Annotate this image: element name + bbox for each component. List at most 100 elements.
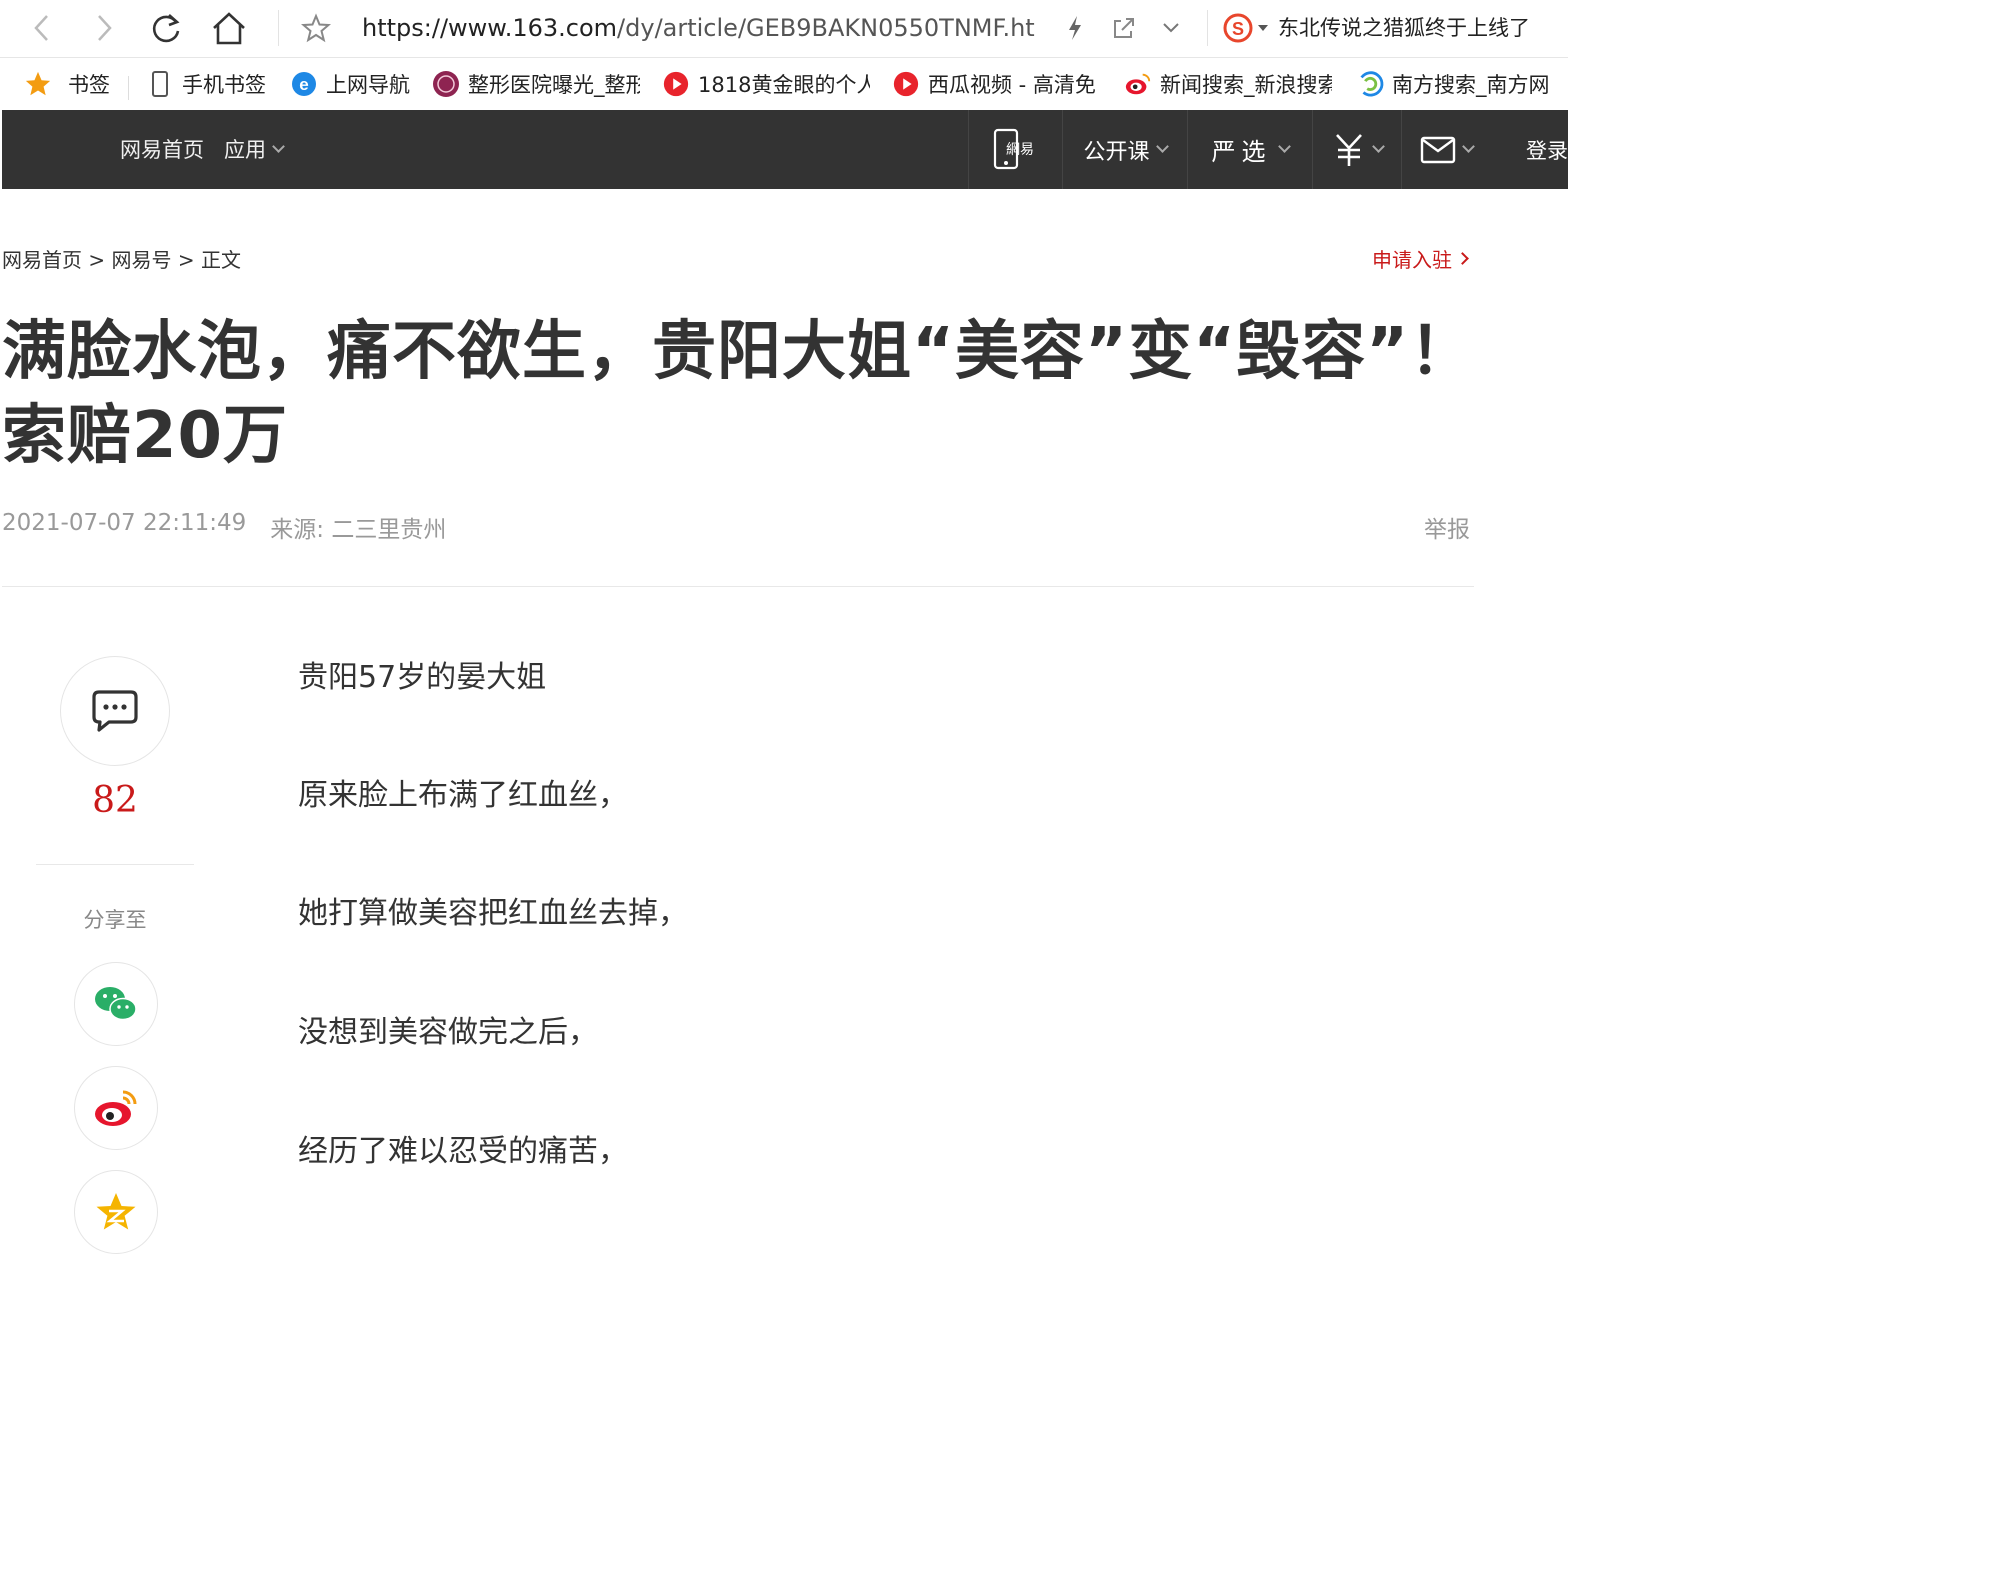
share-page-button[interactable] [1108,8,1140,48]
svg-text:網易: 網易 [1006,142,1034,158]
nav-apps-label: 应用 [224,138,266,162]
nav-payment[interactable] [1313,110,1401,189]
bookmark-label: 上网导航 [326,73,410,97]
bookmark-item-hospital[interactable]: 整形医院曝光_整形 [432,68,640,100]
nav-open-course-label: 公开课 [1083,139,1150,165]
video-play-icon [662,70,690,98]
toolbar-divider [1207,10,1208,46]
share-label: 分享至 [83,908,147,932]
reload-icon [152,14,180,43]
bookmark-label: 新闻搜索_新浪搜索 [1160,73,1332,97]
nav-apps-menu[interactable]: 应用 [224,134,285,164]
bookmark-item-southcn[interactable]: 南方搜索_南方网 [1356,68,1550,100]
chevron-down-icon [1461,140,1475,153]
svg-text:e: e [299,75,308,94]
search-box[interactable]: 东北传说之猎狐终于上线了 [1278,12,1568,44]
chevron-down-icon [1163,23,1179,33]
bookmark-item-xigua[interactable]: 西瓜视频 - 高清免 [892,68,1098,100]
chevron-down-icon [1155,140,1169,153]
nav-login-link[interactable]: 登录 [1526,110,1586,189]
share-wechat-button[interactable] [74,962,158,1046]
nav-yanxuan[interactable]: 严选 [1188,110,1312,189]
chevron-left-icon [34,15,48,41]
breadcrumb-home-link[interactable]: 网易首页 [2,248,82,272]
comment-count[interactable]: 82 [60,780,170,821]
nav-left-group: 网易首页 应用 [120,134,285,164]
bookmark-label: 整形医院曝光_整形 [468,73,640,97]
qzone-star-icon [96,1193,136,1230]
search-engine-selector[interactable]: S [1222,12,1269,44]
bookmark-label: 西瓜视频 - 高清免 [928,73,1096,97]
apply-join-label: 申请入驻 [1372,248,1452,272]
speed-mode-button[interactable] [1062,8,1088,48]
article-title: 满脸水泡，痛不欲生，贵阳大姐“美容”变“毁容”！ 索赔20万 [2,310,1482,478]
caret-down-icon [1258,25,1268,31]
chevron-down-icon [272,139,285,153]
comment-button[interactable] [60,656,170,766]
mobile-app-icon: 網易 [993,128,1034,169]
lightning-icon [1069,16,1081,40]
article-paragraph: 贵阳57岁的晏大姐 [298,660,547,695]
article-title-line: 满脸水泡，痛不欲生，贵阳大姐“美容”变“毁容”！ [2,315,1475,389]
breadcrumb-separator: > [88,248,106,272]
bookmark-label: 1818黄金眼的个人 [698,73,870,97]
bookmark-item-mobile[interactable]: 手机书签 [146,68,266,100]
bookmark-star-button[interactable] [298,8,334,48]
breadcrumb-separator: > [177,248,195,272]
back-button[interactable] [22,8,62,48]
mail-icon [1420,136,1455,163]
nav-open-course[interactable]: 公开课 [1063,110,1187,189]
bookmark-label: 手机书签 [182,73,266,97]
nav-mobile-app[interactable]: 網易 [970,110,1062,189]
star-icon [24,70,52,98]
comment-bubble-icon [92,690,138,732]
url-dropdown-button[interactable] [1156,8,1186,48]
share-qzone-button[interactable] [74,1170,158,1254]
bookmark-divider [128,76,129,100]
article-title-line: 索赔20万 [2,399,289,473]
nav-mail[interactable] [1402,110,1490,189]
article-paragraph: 没想到美容做完之后， [298,1015,598,1050]
bookmark-label: 南方搜索_南方网 [1392,73,1550,97]
article-source[interactable]: 来源: 二三里贵州 [270,510,446,544]
wechat-icon [95,987,137,1021]
reload-button[interactable] [146,8,186,48]
bookmarks-bar: 书签 手机书签 e 上网导航 整形医院曝光_整形 1818黄金眼的个人 西瓜视频… [0,58,1568,110]
rail-divider [36,864,194,865]
nav-home-link[interactable]: 网易首页 [120,134,204,164]
bookmark-item-sina-news[interactable]: 新闻搜索_新浪搜索 [1124,68,1332,100]
article-paragraph: 原来脸上布满了红血丝， [298,778,628,813]
report-link[interactable]: 举报 [1424,510,1470,544]
weibo-icon [1124,70,1152,98]
star-outline-icon [301,13,331,43]
hospital-logo-icon [432,70,460,98]
bookmark-label: 书签 [68,73,110,97]
yuan-icon [1335,133,1362,166]
breadcrumb-dy-link[interactable]: 网易号 [111,248,171,272]
breadcrumb: 网易首页 > 网易号 > 正文 [2,244,241,273]
chevron-down-icon [1277,140,1291,153]
chevron-right-icon [1456,252,1469,265]
article-meta: 2021-07-07 22:11:49 来源: 二三里贵州 [2,510,446,544]
video-play-icon [892,70,920,98]
apply-join-link[interactable]: 申请入驻 [1372,244,1469,273]
breadcrumb-current: 正文 [200,248,241,272]
share-out-icon [1114,18,1134,38]
nav-login-label: 登录 [1526,138,1568,163]
bookmark-item-bookmarks[interactable]: 书签 [24,68,110,100]
sogou-s-icon: S [1223,13,1253,43]
toolbar-divider [278,10,279,46]
bookmark-item-nav[interactable]: e 上网导航 [290,68,410,100]
bookmark-item-1818[interactable]: 1818黄金眼的个人 [662,68,870,100]
chevron-right-icon [98,15,112,41]
home-button[interactable] [208,8,250,48]
nav-divider [968,110,969,189]
southnet-icon [1356,70,1384,98]
share-weibo-button[interactable] [74,1066,158,1150]
address-bar[interactable]: https://www.163.com/dy/article/GEB9BAKN0… [362,10,1037,46]
url-host: https://www.163.com [362,14,618,42]
svg-text:S: S [1232,19,1244,39]
forward-button[interactable] [84,8,124,48]
article-paragraph: 她打算做美容把红血丝去掉， [298,896,688,931]
weibo-icon [95,1090,137,1126]
